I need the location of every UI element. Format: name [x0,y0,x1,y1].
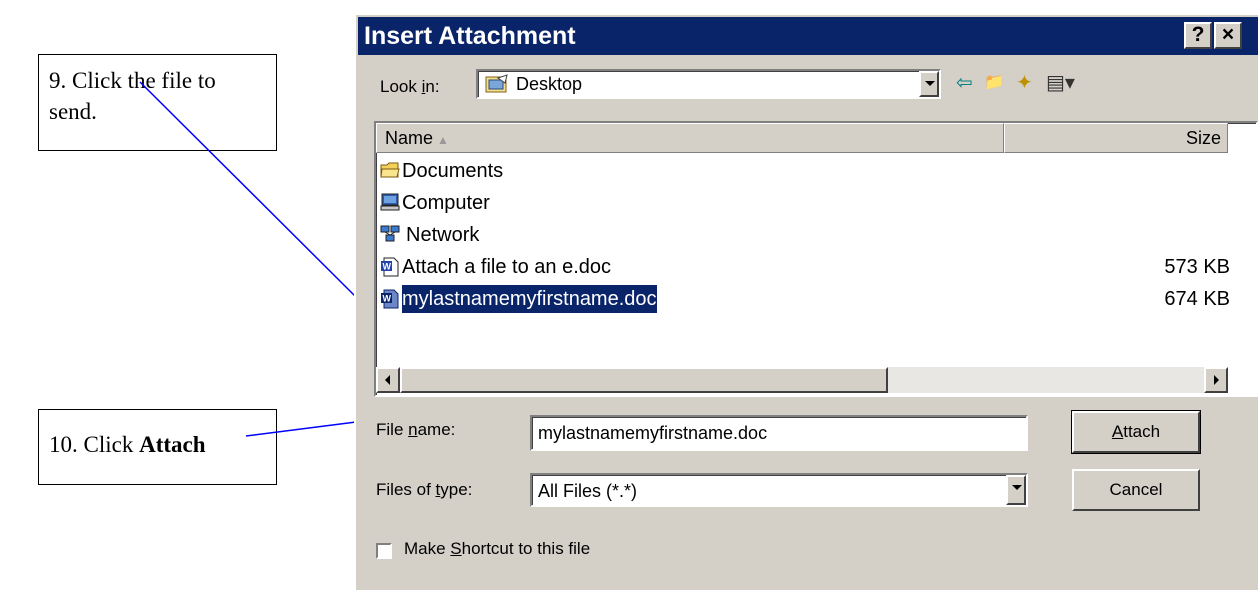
callout-step-9: 9. Click the file to send. [38,54,277,151]
file-size: 674 KB [1164,288,1230,310]
files-of-type-label: Files of type: [376,480,473,499]
scroll-right-button[interactable] [1204,367,1228,393]
file-name: Network [406,224,480,246]
file-name: Computer [402,192,490,214]
insert-attachment-dialog: Insert Attachment ? × Look in: Desktop ⇦… [354,13,1258,590]
files-of-type-combobox[interactable]: All Files (*.*) [530,473,1028,507]
scroll-thumb[interactable] [400,367,888,393]
svg-text:W: W [383,294,392,304]
look-in-value: Desktop [516,74,583,94]
scroll-left-button[interactable] [376,367,400,393]
file-name-label: File name: [376,420,456,439]
new-folder-icon[interactable]: ✦ [1016,72,1033,94]
file-name-value: mylastnamemyfirstname.doc [538,423,768,443]
column-header-name[interactable]: Name ▲ [376,123,1004,153]
views-menu-icon[interactable]: ▤▾ [1046,72,1075,94]
file-name-input[interactable]: mylastnamemyfirstname.doc [530,415,1028,451]
help-button[interactable]: ? [1184,22,1212,49]
callout-step-10-text: 10. Click [49,432,140,457]
title-bar: Insert Attachment ? × [358,17,1258,55]
cancel-button[interactable]: Cancel [1072,469,1200,511]
look-in-label: Look in: [380,77,440,96]
file-name: Attach a file to an e.doc [402,256,612,278]
callout-step-9-text: 9. Click the file to send. [49,68,216,124]
word-doc-icon: W [381,289,399,309]
file-name: Documents [402,160,504,182]
desktop-folder-icon [485,74,508,93]
callout-step-10: 10. Click Attach [38,409,277,485]
folder-icon [380,162,400,178]
back-icon[interactable]: ⇦ [956,72,973,94]
word-doc-icon: W [381,257,399,277]
svg-text:W: W [383,262,392,272]
look-in-dropdown-button[interactable] [919,71,939,97]
computer-icon [380,193,400,211]
attach-button[interactable]: Attach [1071,410,1201,454]
files-of-type-value: All Files (*.*) [538,481,638,501]
callout-step-10-bold: Attach [139,432,206,457]
horizontal-scrollbar[interactable] [376,367,1228,393]
file-list[interactable]: Name ▲ Size Documents Computer Network W… [374,121,1258,397]
file-size: 573 KB [1164,256,1230,278]
dialog-title: Insert Attachment [364,22,576,50]
files-of-type-dropdown-button[interactable] [1006,475,1026,505]
network-icon [380,225,400,242]
make-shortcut-checkbox[interactable] [376,543,392,559]
sort-ascending-icon: ▲ [437,133,449,147]
column-header-size[interactable]: Size [1004,123,1228,153]
file-name: mylastnamemyfirstname.doc [401,284,658,314]
up-folder-icon[interactable]: 📁 [984,72,1004,94]
look-in-combobox[interactable]: Desktop [476,69,941,99]
close-button[interactable]: × [1214,22,1242,49]
make-shortcut-label[interactable]: Make Shortcut to this file [404,539,590,559]
